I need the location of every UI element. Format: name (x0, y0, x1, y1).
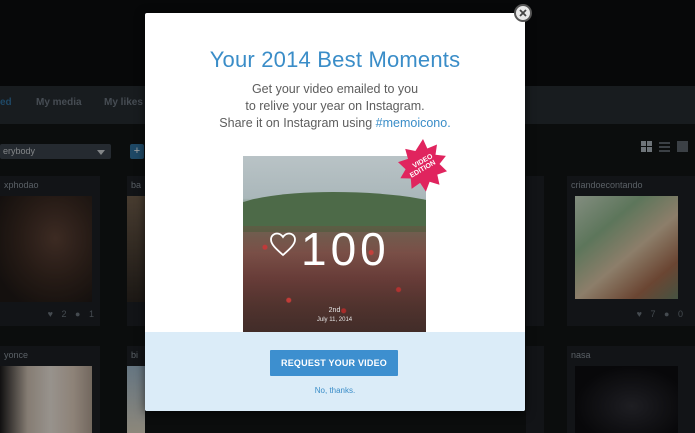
preview-rank: 2nd (328, 307, 341, 314)
best-moments-modal: Your 2014 Best Moments Get your video em… (145, 13, 525, 411)
hashtag-link[interactable]: #memoicono. (376, 116, 451, 130)
close-button[interactable] (514, 4, 532, 22)
modal-title: Your 2014 Best Moments (209, 47, 461, 72)
modal-description-line: to relive your year on Instagram. (245, 99, 425, 113)
modal-description-line: Get your video emailed to you (251, 82, 419, 96)
close-icon (519, 9, 527, 17)
no-thanks-link[interactable]: No, thanks. (145, 386, 525, 395)
share-text: Share it on Instagram using (219, 116, 376, 130)
request-video-button[interactable]: REQUEST YOUR VIDEO (270, 350, 398, 376)
modal-description-line: Share it on Instagram using #memoicono. (145, 116, 525, 130)
like-count-display: 100 (301, 223, 390, 275)
preview-date: July 11, 2014 (316, 317, 353, 323)
heart-icon (270, 232, 296, 257)
